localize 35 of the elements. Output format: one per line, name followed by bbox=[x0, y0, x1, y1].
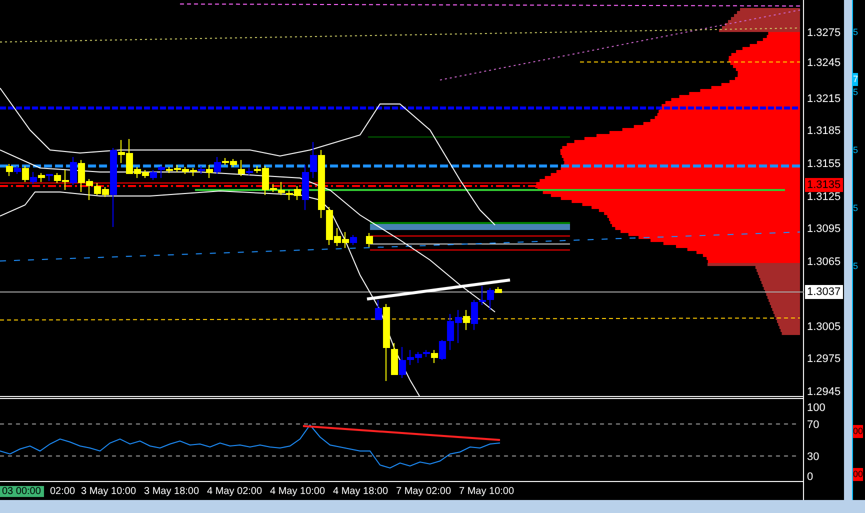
side-label: 5 bbox=[853, 202, 858, 215]
price-marker: 1.3037 bbox=[805, 285, 843, 299]
side-label: 5 bbox=[853, 86, 858, 99]
time-label: 4 May 02:00 bbox=[207, 486, 264, 497]
time-label: 02:00 bbox=[49, 486, 76, 497]
price-label: 1.3215 bbox=[807, 92, 841, 106]
time-cursor-label: 03 00:00 bbox=[0, 486, 44, 497]
oscillator-label: 100 bbox=[807, 401, 826, 415]
price-label: 1.3125 bbox=[807, 190, 841, 204]
price-marker: 1.3135 bbox=[805, 178, 843, 192]
price-label: 1.3275 bbox=[807, 26, 841, 40]
side-label: 00 bbox=[853, 468, 864, 481]
scrollbar[interactable] bbox=[844, 0, 852, 500]
price-label: 1.3095 bbox=[807, 222, 841, 236]
side-label: 5 bbox=[853, 144, 858, 157]
price-label: 1.3185 bbox=[807, 124, 841, 138]
time-label: 7 May 10:00 bbox=[459, 486, 516, 497]
price-label: 1.3155 bbox=[807, 157, 841, 171]
side-label: 5 bbox=[853, 260, 858, 273]
time-label: 4 May 10:00 bbox=[270, 486, 326, 497]
oscillator-label: 30 bbox=[807, 450, 820, 464]
time-label: 7 May 02:00 bbox=[396, 486, 452, 497]
price-label: 1.3245 bbox=[807, 56, 841, 70]
side-label: 7 bbox=[853, 73, 858, 86]
side-label: 5 bbox=[853, 26, 858, 39]
oscillator-label: 0 bbox=[807, 470, 814, 484]
price-label: 1.3065 bbox=[807, 255, 841, 269]
price-label: 1.2945 bbox=[807, 385, 841, 399]
time-label: 3 May 18:00 bbox=[144, 486, 200, 497]
time-label: 4 May 18:00 bbox=[333, 486, 390, 497]
side-label: 00 bbox=[853, 425, 864, 438]
price-label: 1.3005 bbox=[807, 320, 841, 334]
time-label: 3 May 10:00 bbox=[81, 486, 138, 497]
price-label: 1.2975 bbox=[807, 352, 841, 366]
oscillator-label: 70 bbox=[807, 418, 820, 432]
